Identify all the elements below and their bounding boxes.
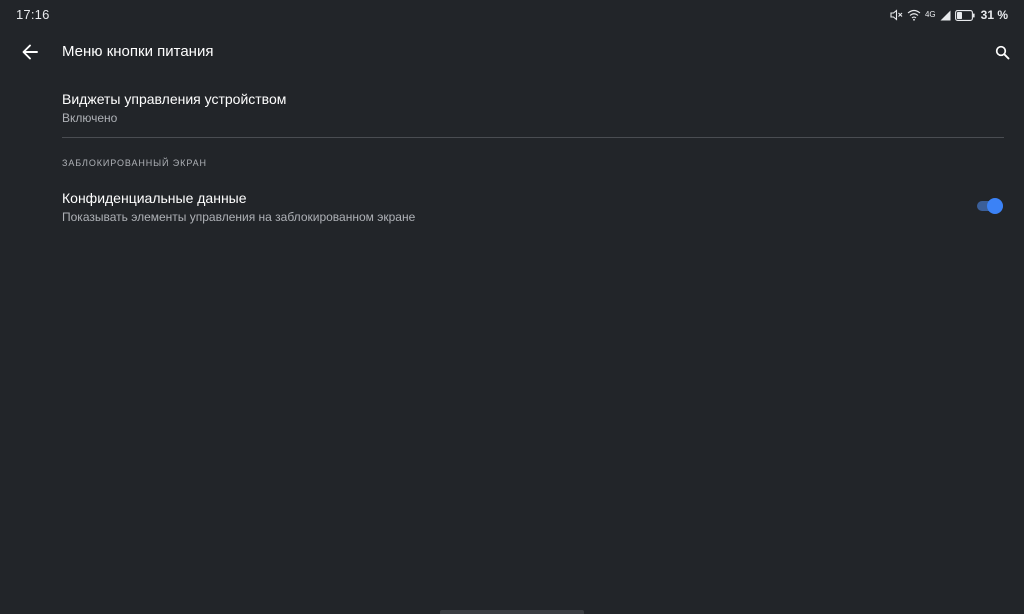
navigation-handle[interactable] [440, 610, 584, 614]
arrow-back-icon [22, 44, 38, 60]
search-button[interactable] [986, 36, 1018, 68]
cellular-signal-icon [940, 10, 951, 21]
switch-thumb [987, 198, 1003, 214]
back-button[interactable] [14, 36, 46, 68]
settings-screen: 17:16 4G 31 % Меню кнопки питания Виджет… [0, 0, 1024, 614]
device-controls-title: Виджеты управления устройством [62, 91, 287, 107]
status-bar: 17:16 4G 31 % [0, 0, 1024, 28]
private-data-title: Конфиденциальные данные [62, 190, 247, 206]
page-title: Меню кнопки питания [62, 43, 214, 60]
status-icons: 4G 31 % [890, 7, 1008, 23]
private-data-item[interactable]: Конфиденциальные данные Показывать элеме… [0, 180, 1024, 236]
lock-screen-category-header: ЗАБЛОКИРОВАННЫЙ ЭКРАН [62, 158, 207, 168]
search-icon [995, 45, 1009, 59]
private-data-switch[interactable] [976, 198, 1004, 214]
divider [62, 137, 1004, 138]
muted-speaker-icon [890, 9, 903, 21]
network-type-label: 4G [924, 9, 936, 19]
status-time: 17:16 [16, 7, 50, 22]
private-data-summary: Показывать элементы управления на заблок… [62, 210, 416, 224]
app-bar: Меню кнопки питания [0, 28, 1024, 76]
device-controls-item[interactable]: Виджеты управления устройством Включено [0, 80, 1024, 136]
battery-percent: 31 % [980, 8, 1008, 22]
battery-icon [954, 9, 975, 21]
device-controls-summary: Включено [62, 111, 118, 125]
wifi-icon [907, 9, 921, 21]
